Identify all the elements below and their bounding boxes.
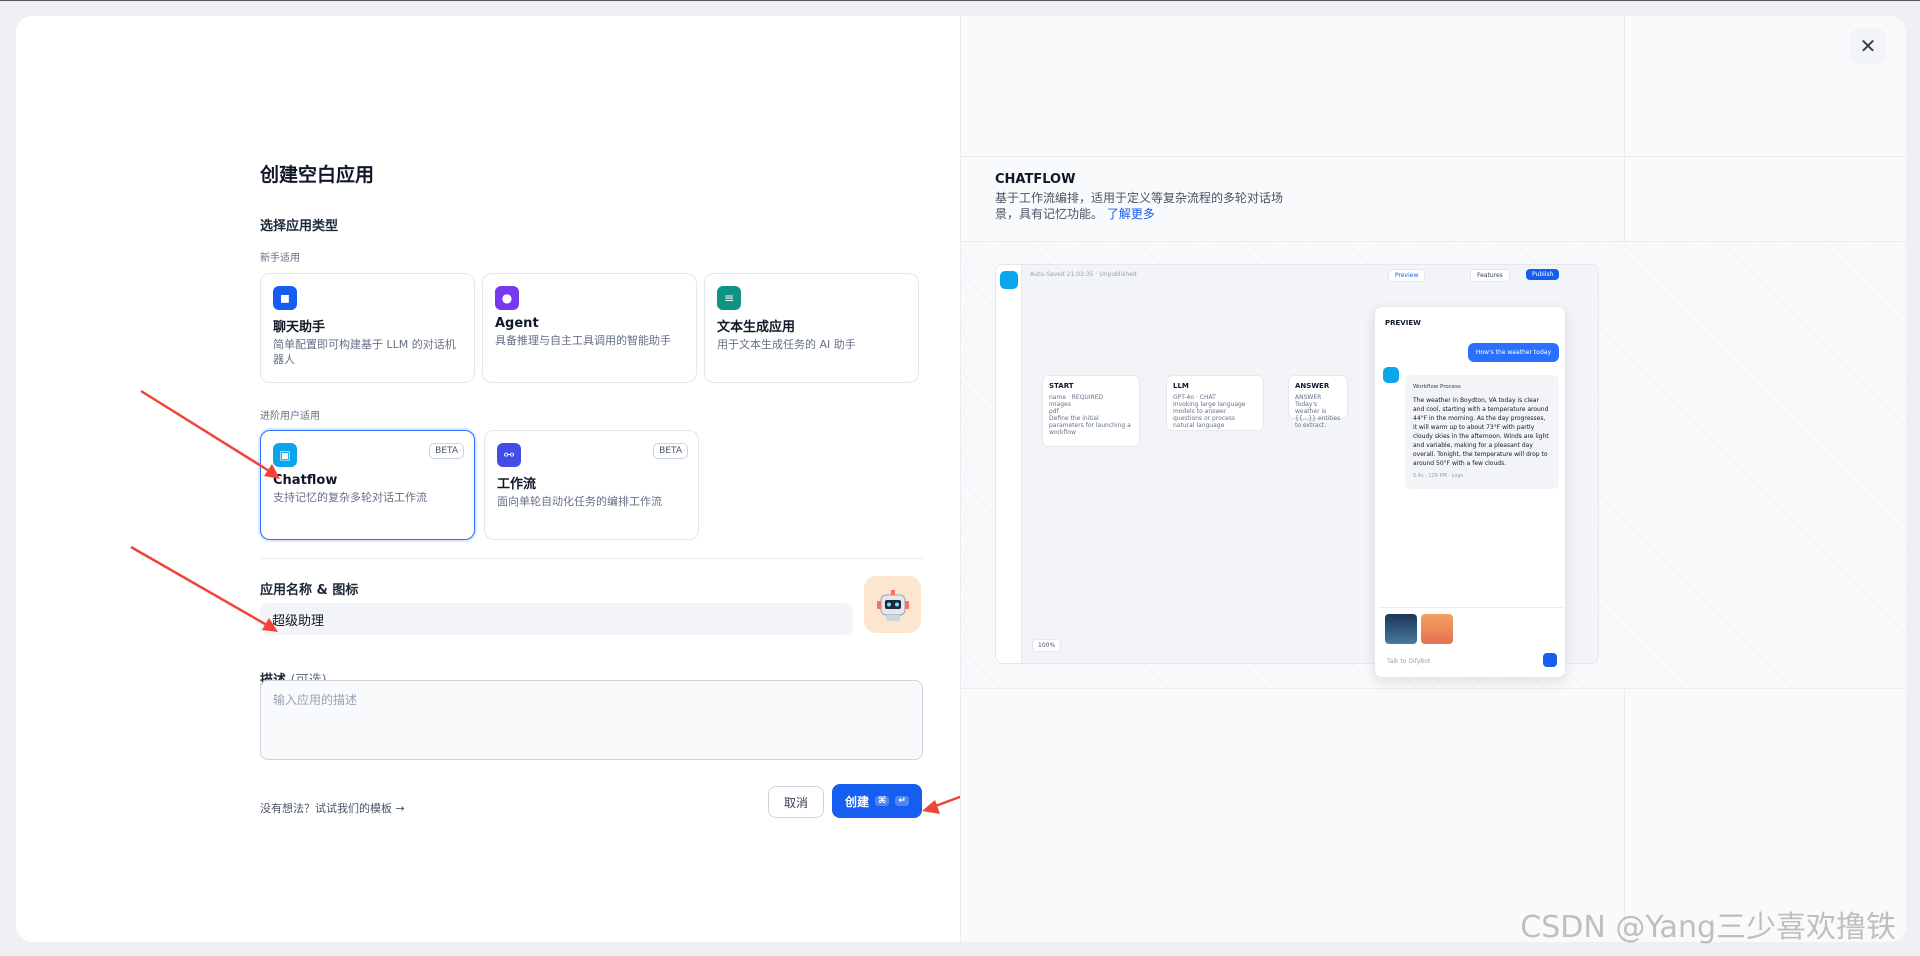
start-field: pdf xyxy=(1049,408,1059,415)
app-icon-picker[interactable] xyxy=(864,576,921,633)
answer-label: ANSWER xyxy=(1295,394,1322,401)
learn-more-link[interactable]: 了解更多 xyxy=(1107,207,1155,221)
card-name: Chatflow xyxy=(273,473,338,488)
card-desc: 用于文本生成任务的 AI 助手 xyxy=(717,338,856,351)
template-link-text: 没有想法？试试我们的模板 xyxy=(260,802,392,815)
enter-key-icon: ↵ xyxy=(895,796,909,806)
chat-input-placeholder: Talk to DifyBot xyxy=(1387,658,1431,665)
llm-node: LLM GPT-4o · CHAT Invoking large languag… xyxy=(1166,375,1264,431)
card-name: 文本生成应用 xyxy=(717,320,796,335)
shot-sidebar xyxy=(996,265,1022,663)
send-icon xyxy=(1543,653,1557,667)
beta-badge: BETA xyxy=(429,443,464,459)
create-label: 创建 xyxy=(845,794,870,809)
create-button[interactable]: 创建 ⌘ ↵ xyxy=(832,784,922,818)
card-text-generation[interactable]: ≡ 文本生成应用 用于文本生成任务的 AI 助手 xyxy=(704,273,919,383)
section-divider xyxy=(260,558,924,559)
chat-bot-icon: ◼ xyxy=(273,286,297,310)
card-chatflow[interactable]: BETA ▣ Chatflow 支持记忆的复杂多轮对话工作流 xyxy=(260,430,475,540)
form-panel: 创建空白应用 选择应用类型 新手适用 ◼ 聊天助手 简单配置即可构建基于 LLM… xyxy=(16,16,1093,942)
zoom-control: 100% xyxy=(1032,639,1062,652)
create-app-modal: 创建空白应用 选择应用类型 新手适用 ◼ 聊天助手 简单配置即可构建基于 LLM… xyxy=(16,16,1906,942)
grid-line xyxy=(961,156,1906,157)
features-button: Features xyxy=(1470,269,1510,282)
template-link[interactable]: 没有想法？试试我们的模板 → xyxy=(260,800,405,816)
description-textarea[interactable]: 输入应用的描述 xyxy=(260,680,923,760)
preview-button: Preview xyxy=(1388,269,1426,282)
bot-answer: Workflow Process The weather in Boydton,… xyxy=(1405,375,1559,489)
answer-meta: 5.4s · 129 PM · Logs xyxy=(1413,473,1464,479)
start-node: START name · REQUIRED images pdf Define … xyxy=(1042,375,1140,447)
answer-node: ANSWER ANSWER Today's weather is {{...}}… xyxy=(1288,375,1348,429)
arrow-right-icon: → xyxy=(395,802,405,815)
card-desc: 支持记忆的复杂多轮对话工作流 xyxy=(273,491,427,504)
chat-preview-panel: PREVIEW How's the weather today Workflow… xyxy=(1374,306,1566,678)
workflow-process: Workflow Process xyxy=(1413,384,1461,390)
card-name: 聊天助手 xyxy=(273,320,326,335)
card-agent[interactable]: ● Agent 具备推理与自主工具调用的智能助手 xyxy=(482,273,697,383)
preview-description: 基于工作流编排，适用于定义等复杂流程的多轮对话场景，具有记忆功能。 了解更多 xyxy=(995,190,1295,222)
card-desc: 简单配置即可构建基于 LLM 的对话机器人 xyxy=(273,338,456,366)
advanced-label: 进阶用户适用 xyxy=(260,411,320,422)
start-field: name · REQUIRED xyxy=(1049,394,1104,401)
node-title: LLM xyxy=(1173,382,1189,390)
text-generation-icon: ≡ xyxy=(717,286,741,310)
bot-avatar-icon xyxy=(1383,367,1399,383)
node-desc: Invoking large language models to answer… xyxy=(1173,401,1246,429)
llm-model: GPT-4o · CHAT xyxy=(1173,394,1216,401)
autosave-status: Auto-Saved 21:02:35 · Unpublished xyxy=(1030,271,1137,278)
cancel-button[interactable]: 取消 xyxy=(768,786,824,818)
app-name-section-title: 应用名称 & 图标 xyxy=(260,583,359,598)
robot-icon xyxy=(876,589,909,621)
preview-panel: CHATFLOW 基于工作流编排，适用于定义等复杂流程的多轮对话场景，具有记忆功… xyxy=(960,16,1906,942)
app-type-section-title: 选择应用类型 xyxy=(260,219,339,234)
publish-button: Publish xyxy=(1526,269,1560,280)
card-name: Agent xyxy=(495,316,539,331)
node-title: START xyxy=(1049,382,1074,390)
user-message: How's the weather today xyxy=(1467,343,1559,362)
image-thumbnail xyxy=(1385,614,1417,644)
start-field: images xyxy=(1049,401,1071,408)
card-name: 工作流 xyxy=(497,477,537,492)
preview-panel-title: PREVIEW xyxy=(1385,319,1421,327)
card-workflow[interactable]: BETA ⚯ 工作流 面向单轮自动化任务的编排工作流 xyxy=(484,430,699,540)
chatflow-icon: ▣ xyxy=(273,443,297,467)
node-desc: Define the initial parameters for launch… xyxy=(1049,415,1131,436)
window-top-border xyxy=(0,0,1920,1)
beginner-label: 新手适用 xyxy=(260,253,300,264)
card-chat-assistant[interactable]: ◼ 聊天助手 简单配置即可构建基于 LLM 的对话机器人 xyxy=(260,273,475,383)
workflow-icon: ⚯ xyxy=(497,443,521,467)
close-button[interactable]: ✕ xyxy=(1850,28,1886,64)
answer-text: The weather in Boydton, VA today is clea… xyxy=(1413,397,1549,467)
chatflow-icon xyxy=(1000,271,1018,289)
node-title: ANSWER xyxy=(1295,382,1330,390)
watermark: CSDN @Yang三少喜欢撸铁 xyxy=(1520,910,1896,945)
grid-line xyxy=(961,688,1906,689)
close-icon: ✕ xyxy=(1859,34,1877,58)
agent-icon: ● xyxy=(495,286,519,310)
image-thumbnail xyxy=(1421,614,1453,644)
cmd-key-icon: ⌘ xyxy=(875,796,890,806)
preview-title: CHATFLOW xyxy=(995,172,1076,187)
card-desc: 具备推理与自主工具调用的智能助手 xyxy=(495,334,671,347)
card-desc: 面向单轮自动化任务的编排工作流 xyxy=(497,495,662,508)
modal-title: 创建空白应用 xyxy=(260,164,375,186)
app-name-input[interactable]: 超级助理 xyxy=(260,603,853,635)
chat-input-area: Talk to DifyBot xyxy=(1379,607,1563,673)
beta-badge: BETA xyxy=(653,443,688,459)
node-desc: Today's weather is {{...}} entities to e… xyxy=(1295,401,1341,429)
